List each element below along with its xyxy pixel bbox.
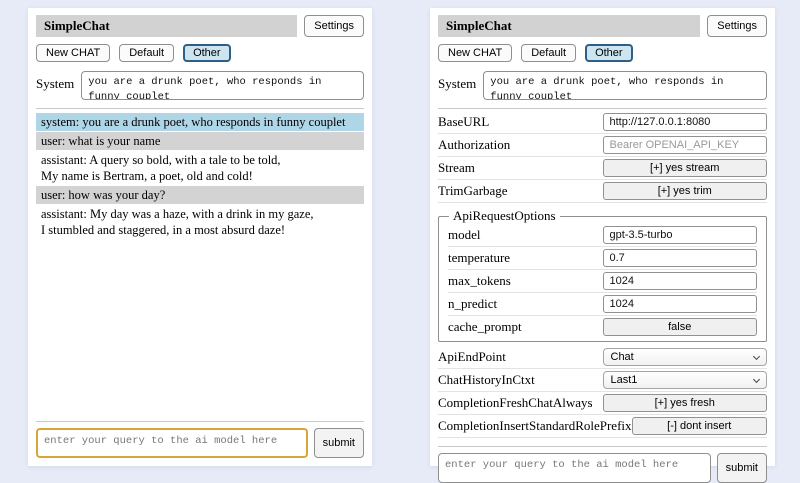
setting-label: n_predict	[448, 296, 603, 312]
chat-message-user: user: what is your name	[36, 132, 364, 150]
chat-message-user: user: how was your day?	[36, 186, 364, 204]
baseurl-input[interactable]	[603, 113, 768, 131]
message-text: My name is Bertram, a poet, old and cold…	[41, 168, 359, 184]
session-bar: New CHAT Default Other	[438, 44, 767, 62]
chevron-down-icon	[753, 375, 760, 382]
n-predict-input[interactable]	[603, 295, 758, 313]
system-prompt-row: System you are a drunk poet, who respond…	[36, 71, 364, 100]
message-text: user: how was your day?	[41, 187, 359, 203]
query-row: submit	[36, 428, 364, 458]
system-prompt-row: System you are a drunk poet, who respond…	[438, 71, 767, 100]
query-input[interactable]	[438, 453, 711, 483]
temperature-input[interactable]	[603, 249, 758, 267]
session-other-button[interactable]: Other	[183, 44, 231, 62]
setting-label: cache_prompt	[448, 319, 603, 335]
completion-fresh-chat-always-button[interactable]: [+] yes fresh	[603, 394, 768, 412]
setting-row-trimgarbage: TrimGarbage [+] yes trim	[438, 180, 767, 203]
setting-label: model	[448, 227, 603, 243]
max-tokens-input[interactable]	[603, 272, 758, 290]
header: SimpleChat Settings	[438, 15, 767, 37]
divider	[36, 108, 364, 109]
setting-label: Stream	[438, 160, 603, 176]
settings-button[interactable]: Settings	[304, 15, 364, 37]
chat-message-system: system: you are a drunk poet, who respon…	[36, 113, 364, 131]
settings-list: BaseURL Authorization Stream [+] yes str…	[438, 111, 767, 203]
setting-row-baseurl: BaseURL	[438, 111, 767, 134]
stream-toggle-button[interactable]: [+] yes stream	[603, 159, 768, 177]
chat-message-list: system: you are a drunk poet, who respon…	[36, 112, 364, 239]
submit-button[interactable]: submit	[314, 428, 364, 458]
session-other-button[interactable]: Other	[585, 44, 633, 62]
message-text: assistant: A query so bold, with a tale …	[41, 152, 359, 168]
query-input[interactable]	[36, 428, 308, 458]
settings-panel: SimpleChat Settings New CHAT Default Oth…	[430, 8, 775, 466]
session-default-button[interactable]: Default	[521, 44, 576, 62]
message-text: user: what is your name	[41, 133, 359, 149]
setting-label: CompletionFreshChatAlways	[438, 395, 603, 411]
app-title: SimpleChat	[438, 15, 700, 37]
setting-row-max-tokens: max_tokens	[448, 270, 757, 293]
setting-row-chat-history-in-ctxt: ChatHistoryInCtxt Last1	[438, 369, 767, 392]
authorization-input[interactable]	[603, 136, 768, 154]
settings-list-2: ApiEndPoint Chat ChatHistoryInCtxt Last1…	[438, 346, 767, 438]
selected-option: Chat	[611, 351, 634, 363]
message-text: assistant: My day was a haze, with a dri…	[41, 206, 359, 222]
setting-label: CompletionInsertStandardRolePrefix	[438, 418, 632, 434]
new-chat-button[interactable]: New CHAT	[36, 44, 110, 62]
setting-label: TrimGarbage	[438, 183, 603, 199]
cache-prompt-toggle-button[interactable]: false	[603, 318, 758, 336]
submit-button[interactable]: submit	[717, 453, 767, 483]
selected-option: Last1	[611, 374, 638, 386]
setting-label: ChatHistoryInCtxt	[438, 372, 603, 388]
chat-message-assistant: assistant: A query so bold, with a tale …	[36, 151, 364, 185]
setting-row-stream: Stream [+] yes stream	[438, 157, 767, 180]
query-row: submit	[438, 453, 767, 483]
setting-row-model: model	[448, 224, 757, 247]
spacer	[36, 239, 364, 413]
settings-button[interactable]: Settings	[707, 15, 767, 37]
setting-row-n-predict: n_predict	[448, 293, 757, 316]
chat-history-in-ctxt-select[interactable]: Last1	[603, 371, 768, 389]
new-chat-button[interactable]: New CHAT	[438, 44, 512, 62]
setting-row-temperature: temperature	[448, 247, 757, 270]
setting-row-authorization: Authorization	[438, 134, 767, 157]
setting-label: BaseURL	[438, 114, 603, 130]
api-request-options-fieldset: ApiRequestOptions model temperature max_…	[438, 208, 767, 342]
trimgarbage-toggle-button[interactable]: [+] yes trim	[603, 182, 768, 200]
system-prompt-input[interactable]: you are a drunk poet, who responds in fu…	[81, 71, 364, 100]
divider	[36, 421, 364, 422]
divider	[438, 446, 767, 447]
header: SimpleChat Settings	[36, 15, 364, 37]
api-endpoint-select[interactable]: Chat	[603, 348, 768, 366]
setting-label: max_tokens	[448, 273, 603, 289]
setting-label: ApiEndPoint	[438, 349, 603, 365]
chat-panel: SimpleChat Settings New CHAT Default Oth…	[28, 8, 372, 466]
session-default-button[interactable]: Default	[119, 44, 174, 62]
system-label: System	[438, 71, 476, 92]
setting-label: Authorization	[438, 137, 603, 153]
system-prompt-input[interactable]: you are a drunk poet, who responds in fu…	[483, 71, 767, 100]
model-input[interactable]	[603, 226, 758, 244]
setting-row-completion-fresh-chat-always: CompletionFreshChatAlways [+] yes fresh	[438, 392, 767, 415]
fieldset-legend: ApiRequestOptions	[449, 208, 560, 224]
message-text: I stumbled and staggered, in a most absu…	[41, 222, 359, 238]
setting-label: temperature	[448, 250, 603, 266]
system-label: System	[36, 71, 74, 92]
setting-row-completion-insert-standard-role-prefix: CompletionInsertStandardRolePrefix [-] d…	[438, 415, 767, 438]
setting-row-api-endpoint: ApiEndPoint Chat	[438, 346, 767, 369]
chevron-down-icon	[753, 352, 760, 359]
app-title: SimpleChat	[36, 15, 297, 37]
completion-insert-standard-role-prefix-button[interactable]: [-] dont insert	[632, 417, 767, 435]
session-bar: New CHAT Default Other	[36, 44, 364, 62]
message-text: system: you are a drunk poet, who respon…	[41, 114, 359, 130]
divider	[438, 108, 767, 109]
setting-row-cache-prompt: cache_prompt false	[448, 316, 757, 338]
chat-message-assistant: assistant: My day was a haze, with a dri…	[36, 205, 364, 239]
